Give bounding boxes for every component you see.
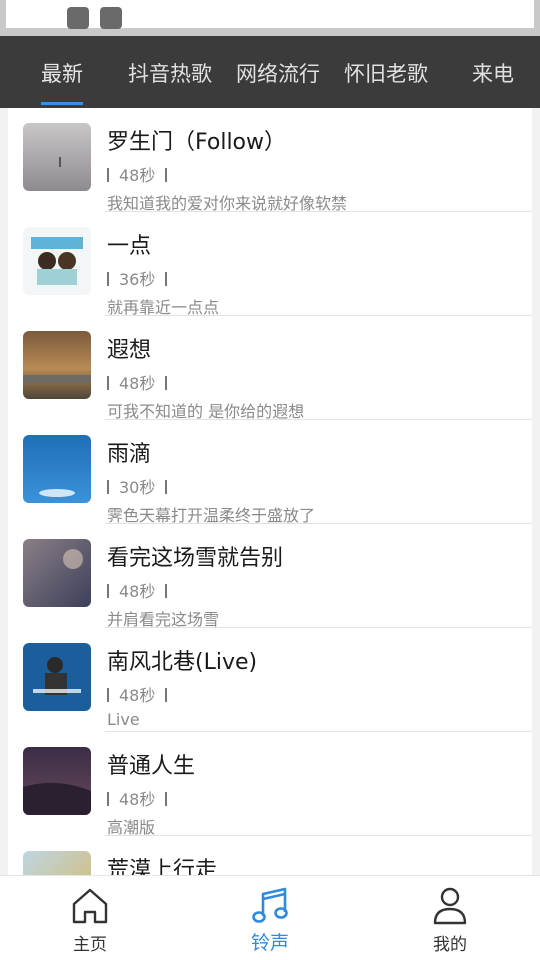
song-duration: 48秒 xyxy=(119,790,156,809)
cover-art xyxy=(23,435,91,503)
tab-incoming-call[interactable]: 来电 xyxy=(472,58,514,88)
song-title: 罗生门（Follow） xyxy=(107,130,287,155)
list-item[interactable]: 遐想 48秒 可我不知道的 是你给的遐想 xyxy=(8,316,532,421)
song-title: 南风北巷(Live) xyxy=(107,650,258,675)
top-status-strip xyxy=(6,0,534,29)
song-duration: 30秒 xyxy=(119,478,156,497)
list-item[interactable]: 看完这场雪就告别 48秒 并肩看完这场雪 xyxy=(8,524,532,629)
song-meta: 48秒 xyxy=(107,682,168,706)
top-status-bar xyxy=(0,0,540,36)
song-title: 一点 xyxy=(107,234,152,259)
tab-oldies[interactable]: 怀旧老歌 xyxy=(344,58,428,88)
cover-art xyxy=(23,123,91,191)
list-item[interactable]: 普通人生 48秒 高潮版 xyxy=(8,732,532,837)
status-square-icon xyxy=(67,7,89,29)
list-item[interactable]: 南风北巷(Live) 48秒 Live xyxy=(8,628,532,732)
list-item[interactable]: 罗生门（Follow） 48秒 我知道我的爱对你来说就好像软禁 xyxy=(8,108,532,213)
cover-art xyxy=(23,331,91,399)
list-item[interactable]: 一点 36秒 就再靠近一点点 xyxy=(8,212,532,317)
song-meta: 48秒 xyxy=(107,370,168,394)
home-icon xyxy=(72,888,108,924)
song-lyric: Live xyxy=(107,710,140,729)
song-duration: 36秒 xyxy=(119,270,156,289)
cover-art xyxy=(23,539,91,607)
song-title: 雨滴 xyxy=(107,442,152,467)
bottom-navigation: 主页 铃声 我的 xyxy=(0,875,540,960)
song-meta: 48秒 xyxy=(107,162,168,186)
music-note-icon xyxy=(252,887,288,923)
tab-douyin-hits[interactable]: 抖音热歌 xyxy=(128,58,212,88)
active-tab-indicator xyxy=(41,102,83,105)
tab-internet-pop[interactable]: 网络流行 xyxy=(236,58,320,88)
song-meta: 36秒 xyxy=(107,266,168,290)
song-meta: 30秒 xyxy=(107,474,168,498)
category-tabs: 最新 抖音热歌 网络流行 怀旧老歌 来电 xyxy=(0,36,540,108)
song-duration: 48秒 xyxy=(119,374,156,393)
song-title: 遐想 xyxy=(107,338,152,363)
nav-profile[interactable]: 我的 xyxy=(400,886,500,956)
nav-home-label: 主页 xyxy=(73,935,107,955)
nav-profile-label: 我的 xyxy=(433,935,467,955)
nav-ringtones[interactable]: 铃声 xyxy=(220,886,320,956)
song-title: 看完这场雪就告别 xyxy=(107,546,284,571)
song-title: 普通人生 xyxy=(107,754,196,779)
ringtone-list: 罗生门（Follow） 48秒 我知道我的爱对你来说就好像软禁 一点 36秒 就… xyxy=(8,108,532,875)
song-duration: 48秒 xyxy=(119,166,156,185)
song-duration: 48秒 xyxy=(119,582,156,601)
nav-ringtones-label: 铃声 xyxy=(250,932,289,954)
song-meta: 48秒 xyxy=(107,578,168,602)
cover-art xyxy=(23,227,91,295)
tab-latest[interactable]: 最新 xyxy=(41,58,83,88)
song-duration: 48秒 xyxy=(119,686,156,705)
list-item[interactable]: 雨滴 30秒 霁色天幕打开温柔终于盛放了 xyxy=(8,420,532,525)
song-title: 荒漠上行走 xyxy=(107,858,218,875)
cover-art xyxy=(23,747,91,815)
user-icon xyxy=(433,887,467,925)
cover-art xyxy=(23,851,91,875)
status-square-icon xyxy=(100,7,122,29)
song-meta: 48秒 xyxy=(107,786,168,810)
list-item[interactable]: 荒漠上行走 xyxy=(8,836,532,875)
cover-art xyxy=(23,643,91,711)
nav-home[interactable]: 主页 xyxy=(40,886,140,956)
